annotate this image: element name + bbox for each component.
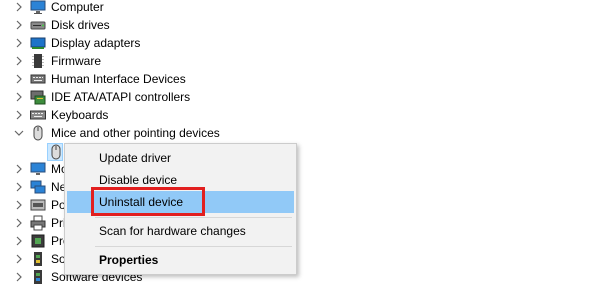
port-icon (30, 197, 46, 213)
chevron-right-icon[interactable] (14, 92, 24, 102)
menu-item-scan-hardware[interactable]: Scan for hardware changes (67, 220, 294, 242)
menu-item-properties[interactable]: Properties (67, 249, 294, 271)
menu-item-disable-device[interactable]: Disable device (67, 169, 294, 191)
menu-item-label: Properties (99, 253, 159, 267)
menu-item-label: Disable device (99, 173, 178, 187)
context-menu: Update driver Disable device Uninstall d… (64, 143, 297, 275)
keyboard-icon (30, 107, 46, 123)
chevron-right-icon[interactable] (14, 218, 24, 228)
chevron-right-icon[interactable] (14, 272, 24, 282)
menu-item-label: Scan for hardware changes (99, 224, 246, 238)
tree-item-label: Disk drives (51, 18, 110, 32)
firmware-icon (30, 53, 46, 69)
software-component-icon (30, 251, 46, 267)
selected-device-row[interactable] (47, 143, 63, 161)
tree-item-label: Human Interface Devices (51, 72, 186, 86)
menu-item-uninstall-device[interactable]: Uninstall device (67, 191, 294, 213)
chevron-right-icon[interactable] (14, 2, 24, 12)
chevron-right-icon[interactable] (14, 182, 24, 192)
tree-item-label: Keyboards (51, 108, 109, 122)
chevron-right-icon[interactable] (14, 236, 24, 246)
chevron-down-icon[interactable] (14, 128, 24, 138)
print-queue-icon (30, 215, 46, 231)
menu-separator (95, 246, 292, 247)
tree-item-label: Mice and other pointing devices (51, 126, 220, 140)
menu-item-label: Uninstall device (99, 195, 184, 209)
mouse-icon (48, 144, 64, 163)
chevron-right-icon[interactable] (14, 56, 24, 66)
menu-item-label: Update driver (99, 151, 172, 165)
menu-separator (95, 217, 292, 218)
chevron-right-icon[interactable] (14, 200, 24, 210)
display-adapter-icon (30, 35, 46, 51)
tree-item-label: IDE ATA/ATAPI controllers (51, 90, 191, 104)
processor-icon (30, 233, 46, 249)
monitor-icon (30, 161, 46, 177)
device-manager-tree-view: Computer Disk drives Display adapters Fi… (0, 0, 600, 287)
chevron-right-icon[interactable] (14, 74, 24, 84)
chevron-right-icon[interactable] (14, 254, 24, 264)
ide-controller-icon (30, 89, 46, 105)
tree-item-label: Display adapters (51, 36, 141, 50)
chevron-right-icon[interactable] (14, 110, 24, 120)
network-adapter-icon (30, 179, 46, 195)
hid-icon (30, 71, 46, 87)
tree-item-label: Computer (51, 0, 104, 14)
software-device-icon (30, 269, 46, 285)
computer-icon (30, 0, 46, 15)
chevron-right-icon[interactable] (14, 164, 24, 174)
tree-item-label: Firmware (51, 54, 101, 68)
menu-item-update-driver[interactable]: Update driver (67, 147, 294, 169)
disk-drive-icon (30, 17, 46, 33)
chevron-right-icon[interactable] (14, 20, 24, 30)
mouse-icon (30, 125, 46, 141)
chevron-right-icon[interactable] (14, 38, 24, 48)
